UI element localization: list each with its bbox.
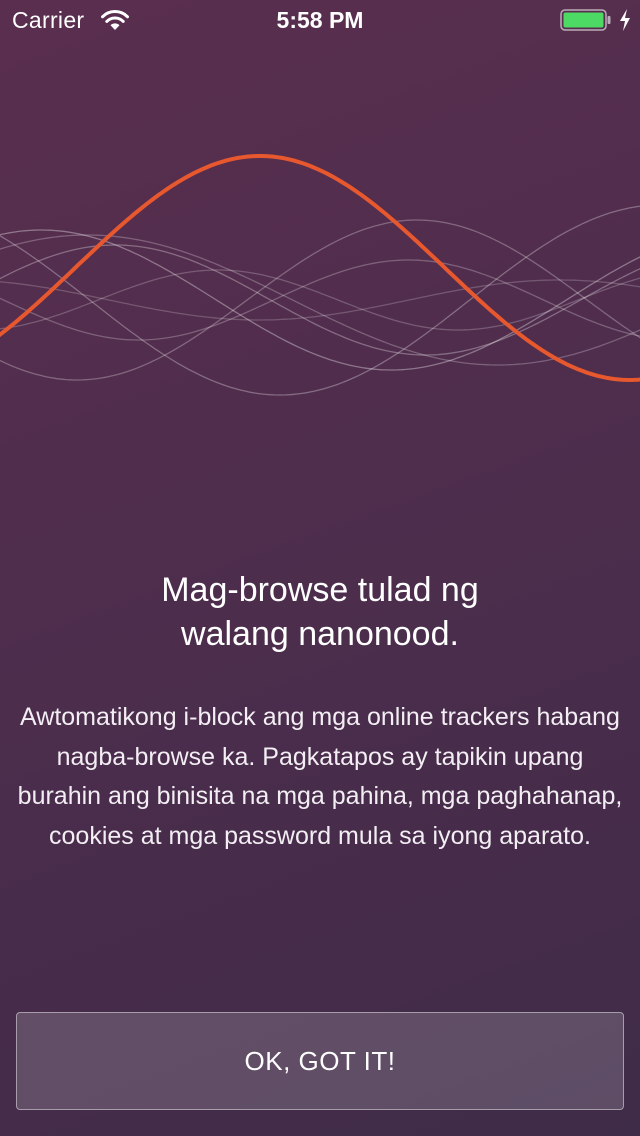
accent-wave-line — [0, 154, 640, 383]
status-bar: Carrier 5:58 PM — [0, 0, 640, 40]
description-text: Awtomatikong i-block ang mga online trac… — [17, 703, 623, 850]
charging-bolt-icon — [620, 9, 630, 31]
page-title: Mag-browse tulad ng walang nanonood. — [20, 568, 620, 656]
background-wave-line — [0, 259, 640, 341]
ok-got-it-button[interactable]: OK, GOT IT! — [16, 1012, 624, 1110]
title-line-2: walang nanonood. — [181, 615, 459, 653]
clock: 5:58 PM — [276, 7, 364, 33]
battery-icon — [560, 9, 611, 31]
wave-illustration — [0, 154, 640, 396]
title-line-1: Mag-browse tulad ng — [161, 571, 479, 609]
